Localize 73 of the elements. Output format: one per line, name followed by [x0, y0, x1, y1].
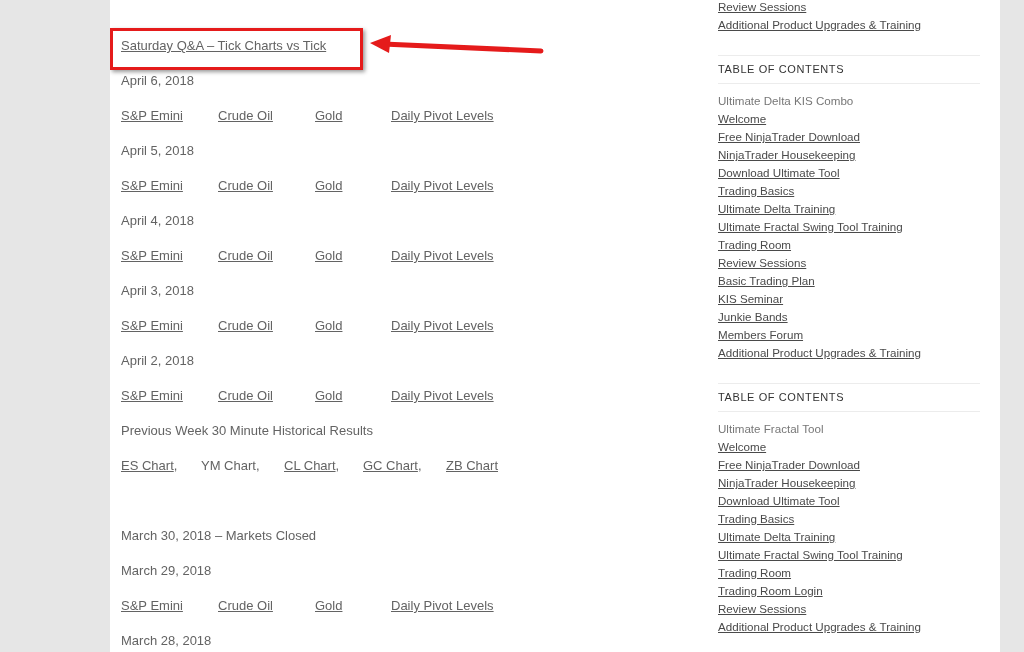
sidebar-link[interactable]: Download Ultimate Tool: [718, 166, 840, 179]
market-link[interactable]: S&P Emini: [121, 318, 183, 333]
section-heading: TABLE OF CONTENTS: [718, 63, 845, 75]
sidebar-link[interactable]: Junkie Bands: [718, 310, 788, 323]
market-link[interactable]: S&P Emini: [121, 598, 183, 613]
market-link[interactable]: Gold: [315, 178, 343, 193]
sidebar-link[interactable]: Download Ultimate Tool: [718, 494, 840, 507]
entry-text: April 6, 2018: [121, 73, 194, 88]
chart-label: YM Chart,: [201, 458, 260, 473]
entry-text: April 5, 2018: [121, 143, 194, 158]
sidebar-link[interactable]: Ultimate Fractal Swing Tool Training: [718, 548, 903, 561]
section-subtitle: Ultimate Delta KIS Combo: [718, 94, 854, 107]
sidebar-link[interactable]: NinjaTrader Housekeeping: [718, 148, 856, 161]
market-link[interactable]: S&P Emini: [121, 388, 183, 403]
entry-text: Previous Week 30 Minute Historical Results: [121, 423, 373, 438]
chart-link[interactable]: ES Chart: [121, 458, 174, 473]
market-link[interactable]: Crude Oil: [218, 108, 273, 123]
sidebar-link[interactable]: Ultimate Fractal Swing Tool Training: [718, 220, 903, 233]
market-link[interactable]: Daily Pivot Levels: [391, 598, 494, 613]
sidebar-link[interactable]: Trading Room: [718, 566, 792, 579]
market-link[interactable]: Daily Pivot Levels: [391, 318, 494, 333]
sidebar-link[interactable]: Review Sessions: [718, 602, 807, 615]
sidebar-link[interactable]: KIS Seminar: [718, 292, 784, 305]
entry-text: April 2, 2018: [121, 353, 194, 368]
sidebar-link[interactable]: Ultimate Delta Training: [718, 202, 836, 215]
market-link[interactable]: S&P Emini: [121, 178, 183, 193]
entry-text: March 30, 2018 – Markets Closed: [121, 528, 317, 543]
entry-text: March 28, 2018: [121, 633, 212, 648]
separator: ,: [173, 458, 178, 473]
sidebar-link[interactable]: Review Sessions: [718, 256, 807, 269]
sidebar-link[interactable]: Welcome: [718, 112, 767, 125]
market-link[interactable]: Crude Oil: [218, 178, 273, 193]
sidebar-link[interactable]: Additional Product Upgrades & Training: [718, 18, 921, 31]
entry-text: March 29, 2018: [121, 563, 212, 578]
sidebar-link[interactable]: Additional Product Upgrades & Training: [718, 346, 921, 359]
sidebar-link[interactable]: Trading Basics: [718, 512, 795, 525]
sidebar-link[interactable]: Ultimate Delta Training: [718, 530, 836, 543]
market-link[interactable]: Gold: [315, 108, 343, 123]
section-heading: TABLE OF CONTENTS: [718, 391, 845, 403]
market-link[interactable]: Gold: [315, 598, 343, 613]
market-link[interactable]: S&P Emini: [121, 248, 183, 263]
sidebar-link[interactable]: Free NinjaTrader Download: [718, 130, 860, 143]
market-link[interactable]: Gold: [315, 388, 343, 403]
sidebar-link[interactable]: Basic Trading Plan: [718, 274, 815, 287]
market-link[interactable]: Crude Oil: [218, 248, 273, 263]
separator: ,: [417, 458, 422, 473]
market-link[interactable]: Crude Oil: [218, 598, 273, 613]
sidebar-link[interactable]: NinjaTrader Housekeeping: [718, 476, 856, 489]
chart-link[interactable]: GC Chart: [363, 458, 418, 473]
market-link[interactable]: Daily Pivot Levels: [391, 388, 494, 403]
separator: ,: [335, 458, 340, 473]
sidebar-link[interactable]: Free NinjaTrader Download: [718, 458, 860, 471]
market-link[interactable]: Gold: [315, 248, 343, 263]
sidebar-link[interactable]: Review Sessions: [718, 0, 807, 13]
market-link[interactable]: Crude Oil: [218, 318, 273, 333]
sidebar-link[interactable]: Trading Room: [718, 238, 792, 251]
entry-text: April 4, 2018: [121, 213, 194, 228]
entry-text: April 3, 2018: [121, 283, 194, 298]
sidebar-link[interactable]: Additional Product Upgrades & Training: [718, 620, 921, 633]
chart-link[interactable]: CL Chart: [284, 458, 336, 473]
market-link[interactable]: S&P Emini: [121, 108, 183, 123]
sidebar-link[interactable]: Members Forum: [718, 328, 804, 341]
sidebar-link[interactable]: Trading Room Login: [718, 584, 823, 597]
market-link[interactable]: Daily Pivot Levels: [391, 108, 494, 123]
section-subtitle: Ultimate Fractal Tool: [718, 422, 824, 435]
chart-link[interactable]: ZB Chart: [446, 458, 498, 473]
sidebar-link[interactable]: Welcome: [718, 440, 767, 453]
post-title-link[interactable]: Saturday Q&A – Tick Charts vs Tick: [121, 38, 327, 53]
market-link[interactable]: Gold: [315, 318, 343, 333]
market-link[interactable]: Crude Oil: [218, 388, 273, 403]
market-link[interactable]: Daily Pivot Levels: [391, 178, 494, 193]
sidebar-link[interactable]: Trading Basics: [718, 184, 795, 197]
market-link[interactable]: Daily Pivot Levels: [391, 248, 494, 263]
